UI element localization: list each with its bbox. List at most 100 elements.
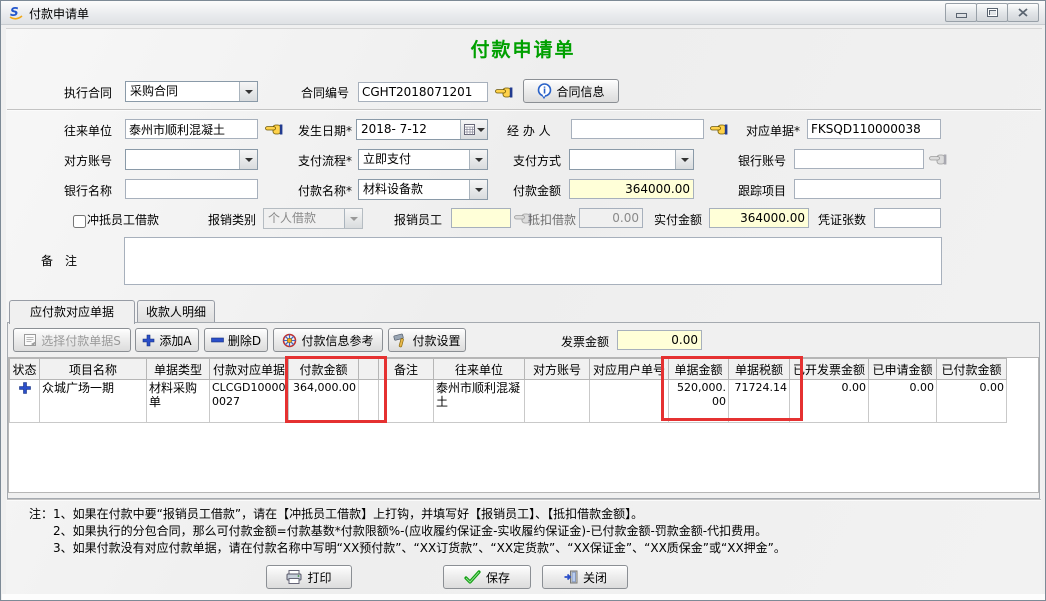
cell-related-pay-doc: CLCGD100000027	[210, 380, 289, 423]
maximize-icon	[987, 8, 998, 17]
expense-employee-input[interactable]	[451, 208, 511, 228]
add-button[interactable]: 添加A	[135, 328, 199, 352]
payment-settings-button[interactable]: 付款设置	[388, 328, 466, 352]
track-project-input[interactable]	[794, 179, 941, 199]
cell-doc-type: 材料采购单	[147, 380, 210, 423]
counter-account-select[interactable]	[125, 149, 258, 170]
pay-method-label: 支付方式	[513, 151, 561, 171]
maximize-button[interactable]	[976, 3, 1008, 22]
handler-label: 经 办 人	[507, 121, 551, 141]
date-picker[interactable]: 2018- 7-12	[356, 119, 488, 140]
footnote-line1: 注：1、如果在付款中要“报销员工借款”，请在【冲抵员工借款】上打钩，并填写好【报…	[29, 506, 786, 523]
expense-category-value: 个人借款	[264, 209, 344, 228]
exit-door-icon	[563, 570, 578, 584]
contract-no-label: 合同编号	[301, 83, 349, 103]
delete-button[interactable]: 删除D	[204, 328, 268, 352]
chevron-down-icon	[350, 217, 358, 221]
pay-flow-select[interactable]: 立即支付	[358, 149, 488, 170]
hammer-icon	[393, 333, 408, 348]
col-user-doc-no: 对应用户单号	[590, 359, 669, 380]
exec-contract-select[interactable]: 采购合同	[125, 81, 258, 102]
annotation-box-doc-amounts	[661, 356, 803, 421]
table-row[interactable]: 众城广场一期 材料采购单 CLCGD100000027 364,000.00 泰…	[10, 380, 1007, 423]
printer-icon	[286, 570, 302, 584]
related-doc-label: 对应单据*	[746, 121, 800, 141]
invoice-amount-input[interactable]	[617, 330, 702, 350]
app-window: S 付款申请单 付款申请单 执行合同 采购合同 合同编号 i 合同信息 往来单位…	[0, 0, 1046, 601]
close-form-button[interactable]: 关闭	[542, 565, 628, 589]
chevron-down-icon	[681, 158, 689, 162]
exec-contract-label: 执行合同	[64, 83, 112, 103]
actual-pay-label: 实付金额	[654, 210, 702, 230]
pay-name-dropdown-button[interactable]	[469, 180, 487, 199]
remark-textarea[interactable]	[124, 237, 942, 285]
related-doc-input[interactable]	[807, 119, 941, 139]
info-icon: i	[537, 83, 552, 99]
contract-lookup-hand-icon[interactable]	[495, 84, 513, 98]
pay-amount-label: 付款金额	[513, 181, 561, 201]
table-header-row: 状态 项目名称 单据类型 付款对应单据 付款金额 备注 往来单位 对方账号 对应…	[10, 359, 1007, 380]
close-button[interactable]	[1007, 3, 1039, 22]
separator	[7, 499, 1041, 501]
date-label: 发生日期*	[298, 121, 352, 141]
vendor-lookup-hand-icon[interactable]	[265, 121, 283, 135]
expense-employee-label: 报销员工	[394, 210, 442, 230]
exec-contract-dropdown-button[interactable]	[239, 82, 257, 101]
contract-no-input[interactable]	[358, 82, 488, 102]
pay-method-select[interactable]	[569, 149, 694, 170]
pay-name-label: 付款名称*	[298, 181, 352, 201]
deduct-loan-input	[579, 208, 643, 228]
voucher-count-input[interactable]	[874, 208, 941, 228]
handler-input[interactable]	[571, 119, 704, 139]
actual-pay-input[interactable]	[709, 208, 809, 228]
col-related-pay-doc: 付款对应单据	[210, 359, 289, 380]
deduct-loan-label: 抵扣借款	[528, 210, 576, 230]
footnotes: 注：1、如果在付款中要“报销员工借款”，请在【冲抵员工借款】上打钩，并填写好【报…	[29, 506, 786, 557]
vendor-input[interactable]	[125, 119, 258, 139]
pay-method-dropdown-button[interactable]	[675, 150, 693, 169]
save-button[interactable]: 保存	[443, 565, 531, 589]
row-status-cell	[10, 380, 40, 423]
expense-category-dropdown-button	[344, 209, 362, 228]
pay-amount-input[interactable]	[569, 179, 694, 199]
payable-docs-table: 状态 项目名称 单据类型 付款对应单据 付款金额 备注 往来单位 对方账号 对应…	[9, 358, 1007, 423]
chevron-down-icon	[475, 158, 483, 162]
remark-label: 备 注	[41, 251, 77, 271]
minimize-icon	[956, 13, 967, 18]
page-title: 付款申请单	[1, 35, 1045, 62]
bank-name-input[interactable]	[125, 179, 258, 199]
pay-name-select[interactable]: 材料设备款	[358, 179, 488, 200]
titlebar: S 付款申请单	[1, 1, 1045, 25]
cell-paid-amount: 0.00	[937, 380, 1007, 423]
offset-loan-checkbox[interactable]	[73, 215, 86, 228]
payment-info-ref-button[interactable]: 付款信息参考	[273, 328, 383, 352]
counter-account-value	[126, 150, 239, 169]
date-dropdown-button[interactable]	[460, 120, 487, 139]
contract-info-button[interactable]: i 合同信息	[523, 79, 619, 103]
track-project-label: 跟踪项目	[738, 181, 786, 201]
minimize-button[interactable]	[945, 3, 977, 22]
pay-flow-value: 立即支付	[359, 150, 469, 169]
bottom-strip	[2, 594, 1046, 601]
col-applied-amount: 已申请金额	[869, 359, 937, 380]
pay-flow-dropdown-button[interactable]	[469, 150, 487, 169]
bank-account-input[interactable]	[794, 149, 924, 169]
exec-contract-value: 采购合同	[126, 82, 239, 101]
counter-account-dropdown-button[interactable]	[239, 150, 257, 169]
separator	[7, 109, 1041, 111]
tab-payee-details[interactable]: 收款人明细	[137, 300, 215, 323]
footnote-line2: 2、如果执行的分包合同，那么可付款金额=付款基数*付款限额%-(应收履约保证金-…	[29, 523, 786, 540]
delete-label: 删除D	[228, 332, 261, 349]
pay-flow-label: 支付流程*	[298, 151, 352, 171]
minus-icon	[211, 337, 224, 343]
calendar-icon	[464, 124, 475, 135]
payment-info-ref-label: 付款信息参考	[301, 332, 373, 349]
tab-payable-docs[interactable]: 应付款对应单据	[9, 300, 135, 324]
invoice-amount-label: 发票金额	[561, 332, 609, 352]
close-form-label: 关闭	[583, 569, 607, 586]
print-button[interactable]: 打印	[266, 565, 352, 589]
contract-info-label: 合同信息	[556, 83, 604, 100]
handler-lookup-hand-icon[interactable]	[710, 121, 728, 135]
expense-category-select: 个人借款	[263, 208, 363, 229]
notepad-icon	[23, 333, 37, 347]
